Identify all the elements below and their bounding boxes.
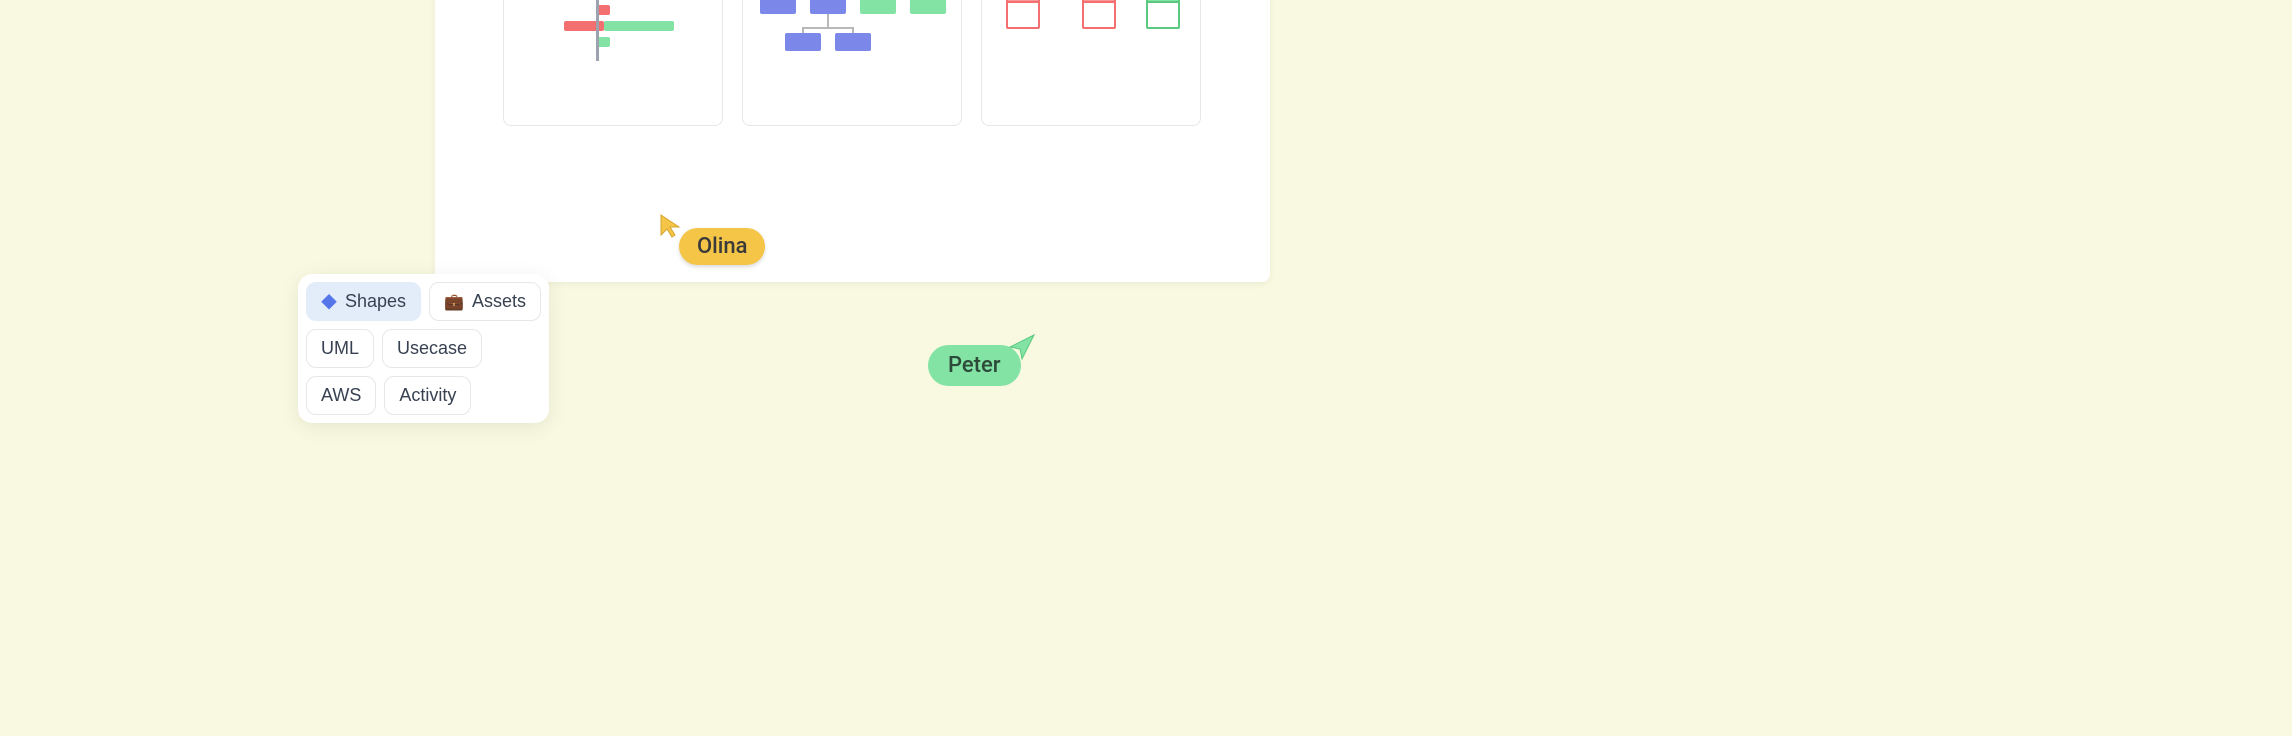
- template-orgchart-filled[interactable]: [742, 0, 962, 126]
- usecase-button[interactable]: Usecase: [382, 329, 482, 368]
- aws-button[interactable]: AWS: [306, 376, 376, 415]
- shapes-button[interactable]: Shapes: [306, 282, 421, 321]
- toolbox-panel: Shapes 💼 Assets UML Usecase AWS Activity: [298, 274, 549, 423]
- assets-button[interactable]: 💼 Assets: [429, 282, 541, 321]
- activity-label: Activity: [399, 385, 456, 406]
- assets-label: Assets: [472, 291, 526, 312]
- template-orgchart-outline[interactable]: [981, 0, 1201, 126]
- cursor-arrow-icon: [1006, 333, 1036, 367]
- uml-button[interactable]: UML: [306, 329, 374, 368]
- diamond-icon: [321, 294, 337, 310]
- briefcase-icon: 💼: [444, 292, 464, 312]
- activity-button[interactable]: Activity: [384, 376, 471, 415]
- usecase-label: Usecase: [397, 338, 467, 359]
- shapes-label: Shapes: [345, 291, 406, 312]
- cursor-olina-label: Olina: [679, 228, 765, 265]
- cursor-peter: Peter: [928, 345, 1021, 386]
- template-row: Olina: [503, 0, 1201, 126]
- aws-label: AWS: [321, 385, 361, 406]
- main-panel: Olina: [435, 0, 1270, 282]
- template-gantt[interactable]: Olina: [503, 0, 723, 126]
- uml-label: UML: [321, 338, 359, 359]
